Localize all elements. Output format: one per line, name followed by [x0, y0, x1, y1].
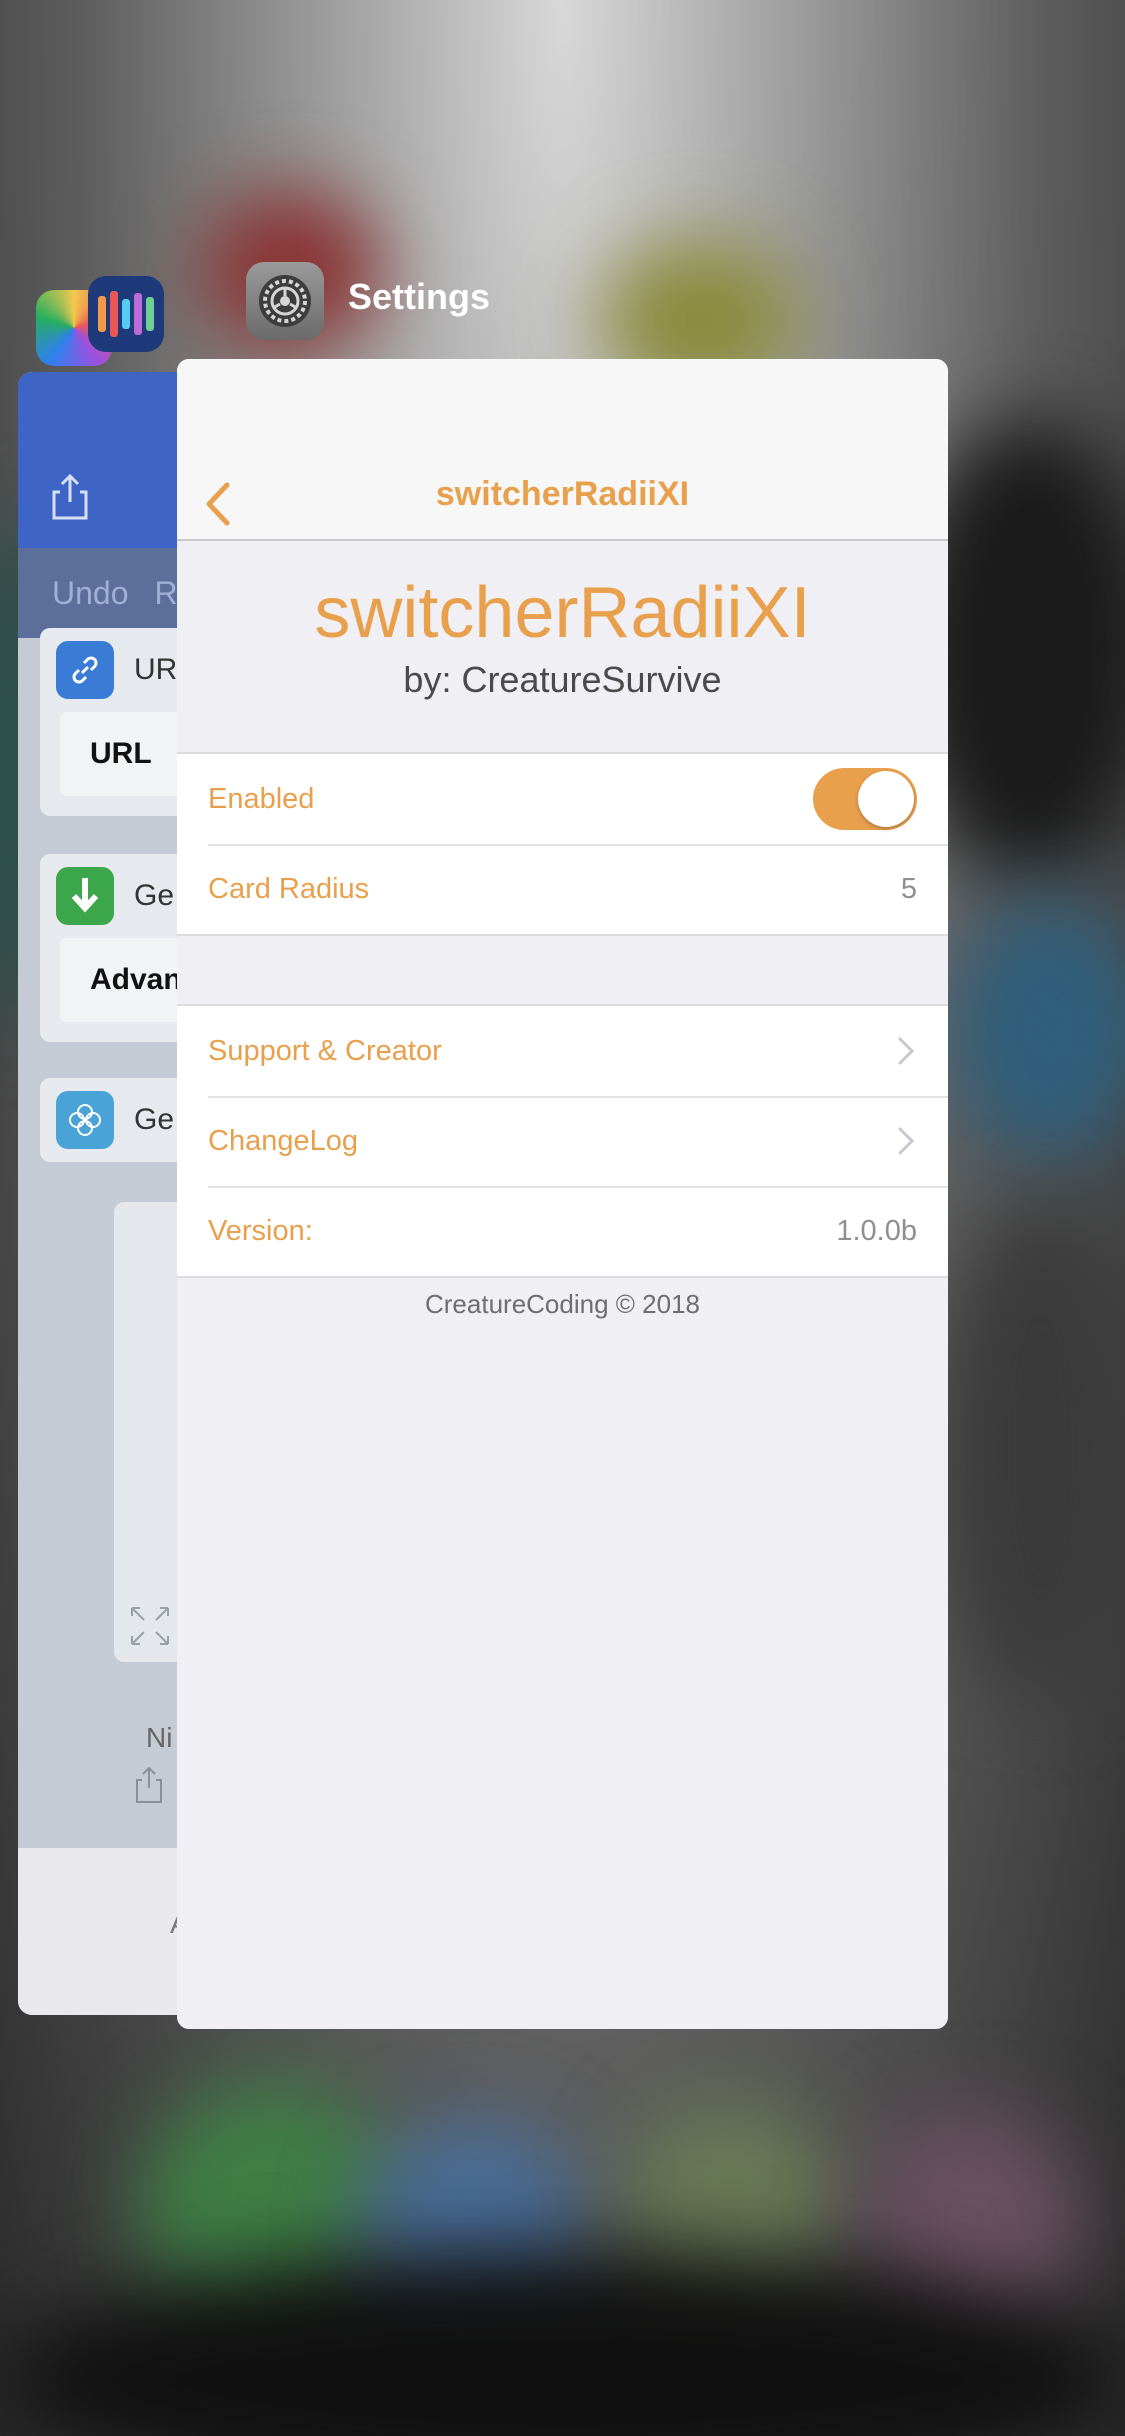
- download-icon: [56, 867, 114, 925]
- tweak-author: by: CreatureSurvive: [403, 659, 722, 701]
- changelog-row[interactable]: ChangeLog: [177, 1096, 948, 1186]
- enabled-toggle[interactable]: [813, 768, 917, 830]
- enabled-row[interactable]: Enabled: [177, 754, 948, 844]
- expand-icon[interactable]: [128, 1604, 172, 1648]
- undo-button[interactable]: Undo: [52, 575, 129, 612]
- bg-action-label: UR: [134, 653, 178, 686]
- footer-copyright: CreatureCoding © 2018: [425, 1289, 700, 1319]
- share-icon[interactable]: [50, 472, 90, 522]
- card-radius-label: Card Radius: [208, 872, 370, 905]
- changelog-label: ChangeLog: [208, 1124, 358, 1157]
- card-radius-value: 5: [900, 872, 917, 905]
- toggle-knob: [858, 771, 914, 827]
- link-icon: [56, 641, 114, 699]
- support-creator-row[interactable]: Support & Creator: [177, 1006, 948, 1096]
- tweak-header: switcherRadiiXI by: CreatureSurvive: [177, 573, 948, 701]
- settings-app-card[interactable]: switcherRadiiXI switcherRadiiXI by: Crea…: [177, 359, 948, 2029]
- bg-action-label: Ge: [134, 879, 175, 912]
- enabled-label: Enabled: [208, 782, 315, 815]
- navigation-bar: switcherRadiiXI: [177, 359, 948, 541]
- version-row: Version: 1.0.0b: [177, 1186, 948, 1276]
- chevron-right-icon: [898, 1127, 915, 1155]
- switcher-app-title: Settings: [348, 276, 491, 317]
- gear-icon: [259, 275, 311, 327]
- settings-group-info: Support & Creator ChangeLog Version: 1.0…: [177, 1004, 948, 1278]
- nav-title: switcherRadiiXI: [435, 475, 690, 513]
- bg-note-text: Ni: [146, 1722, 173, 1753]
- workflow-app-icon[interactable]: [88, 276, 164, 352]
- share-icon[interactable]: [134, 1766, 164, 1804]
- version-value: 1.0.0b: [836, 1214, 917, 1247]
- card-radius-row[interactable]: Card Radius 5: [177, 844, 948, 934]
- bg-action-label: Ge: [134, 1103, 175, 1136]
- flower-icon: [56, 1091, 114, 1149]
- chevron-right-icon: [898, 1037, 915, 1065]
- settings-group-main: Enabled Card Radius 5: [177, 752, 948, 936]
- support-creator-label: Support & Creator: [208, 1034, 442, 1067]
- tweak-title: switcherRadiiXI: [314, 573, 811, 653]
- version-label: Version:: [208, 1214, 313, 1247]
- settings-app-icon[interactable]: [246, 262, 324, 340]
